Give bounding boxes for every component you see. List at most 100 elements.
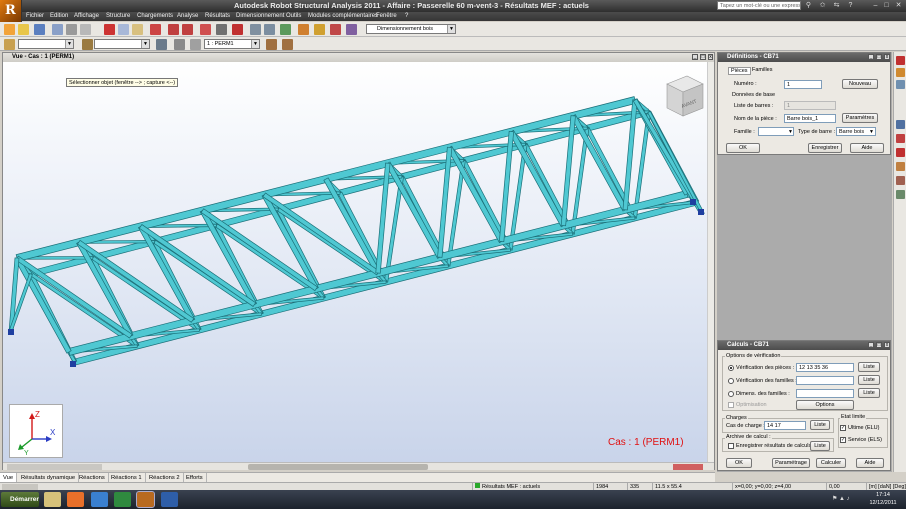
parametrage-button[interactable]: Paramétrage — [772, 458, 810, 468]
pan-icon[interactable] — [280, 24, 291, 35]
view-minimize-icon[interactable]: _ — [692, 54, 698, 60]
robot-task-icon[interactable] — [136, 491, 155, 508]
calculs-aide-button[interactable]: Aide — [856, 458, 884, 468]
layout-icon[interactable] — [200, 24, 211, 35]
parametres-button[interactable]: Paramètres — [842, 113, 878, 123]
support-node[interactable] — [698, 209, 704, 215]
dialog-close-icon[interactable]: x — [884, 54, 890, 60]
nouveau-button[interactable]: Nouveau — [842, 79, 878, 89]
mesh-icon[interactable] — [896, 190, 905, 199]
load-case-dropdown[interactable]: 1 : PERM1 ▼ — [204, 39, 260, 49]
exchange-icon[interactable]: ⇆ — [832, 1, 841, 10]
load-icon[interactable] — [896, 148, 905, 157]
enregistrer-button[interactable]: Enregistrer — [808, 143, 842, 153]
paste-icon[interactable] — [132, 24, 143, 35]
view-horizontal-scrollbar[interactable] — [3, 462, 714, 470]
support-node[interactable] — [690, 199, 696, 205]
liste-familles-button[interactable]: Liste — [858, 375, 880, 385]
menu-analyse[interactable]: Analyse — [177, 13, 198, 19]
filter-icon[interactable] — [156, 39, 167, 50]
firefox-icon[interactable] — [67, 492, 84, 507]
redo-icon[interactable] — [182, 24, 193, 35]
help-icon[interactable]: ? — [846, 1, 855, 10]
selection-type-icon[interactable] — [82, 39, 93, 50]
dimens-familles-radio[interactable] — [728, 391, 734, 397]
bars-icon[interactable] — [896, 80, 905, 89]
section-icon[interactable] — [896, 56, 905, 65]
cut-icon[interactable] — [104, 24, 115, 35]
menu-dimensionnement[interactable]: Dimensionnement — [236, 13, 284, 19]
dialog-maximize-icon[interactable]: □ — [876, 54, 882, 60]
case-next-icon[interactable] — [282, 39, 293, 50]
binoculars-icon[interactable]: ⚲ — [804, 1, 813, 10]
open-folder-icon[interactable] — [18, 24, 29, 35]
table-icon[interactable] — [896, 120, 905, 129]
support-node[interactable] — [70, 361, 76, 367]
star-icon[interactable]: ✩ — [818, 1, 827, 10]
liste-charges-button[interactable]: Liste — [810, 420, 830, 430]
start-button[interactable]: Démarrer — [1, 492, 39, 507]
scrollbar-thumb[interactable] — [248, 464, 428, 470]
definitions-aide-button[interactable]: Aide — [850, 143, 884, 153]
offset-icon[interactable] — [896, 176, 905, 185]
liste-dimens-button[interactable]: Liste — [858, 388, 880, 398]
selection-combo-2[interactable]: ▼ — [94, 39, 150, 49]
dialog-minimize-icon[interactable]: _ — [868, 54, 874, 60]
explorer-icon[interactable] — [44, 492, 61, 507]
copy-icon[interactable] — [118, 24, 129, 35]
tab-familles[interactable]: Familles — [750, 67, 774, 73]
tools-icon[interactable] — [330, 24, 341, 35]
nom-piece-field[interactable]: Barre bois_1 — [784, 114, 836, 123]
new-file-icon[interactable] — [4, 24, 15, 35]
delete-icon[interactable] — [150, 24, 161, 35]
case-prev-icon[interactable] — [266, 39, 277, 50]
truss-model[interactable]: AVANT — [3, 62, 707, 462]
dimension-mode-dropdown[interactable]: Dimensionnement bois ▼ — [366, 24, 456, 34]
service-checkbox[interactable]: ✓ — [840, 437, 846, 443]
tab-pieces[interactable]: Pièces — [728, 67, 751, 75]
menu-chargements[interactable]: Chargements — [137, 13, 173, 19]
famille-select[interactable]: ▼ — [758, 127, 794, 136]
menu-modules[interactable]: Modules complémentaires — [308, 13, 378, 19]
close-icon[interactable]: ✕ — [894, 1, 903, 10]
3d-viewport[interactable]: AVANT Sélectionner objet (fenêtre --> ; … — [3, 62, 714, 462]
view-toolbar-strip[interactable] — [7, 464, 102, 470]
page-setup-icon[interactable] — [80, 24, 91, 35]
view-maximize-icon[interactable]: □ — [700, 54, 706, 60]
optimisation-checkbox[interactable] — [728, 402, 734, 408]
material-icon[interactable] — [896, 68, 905, 77]
support-node[interactable] — [8, 329, 14, 335]
minimize-icon[interactable]: – — [871, 1, 880, 10]
word-icon[interactable] — [161, 492, 178, 507]
display-icon[interactable] — [174, 39, 185, 50]
verif-familles-radio[interactable] — [728, 378, 734, 384]
dimens-familles-field[interactable] — [796, 389, 854, 398]
grid-icon[interactable] — [216, 24, 227, 35]
calculer-button[interactable]: Calculer — [816, 458, 846, 468]
preview-icon[interactable] — [52, 24, 63, 35]
definitions-ok-button[interactable]: OK — [726, 143, 760, 153]
liste-archive-button[interactable]: Liste — [810, 441, 830, 451]
table-icon[interactable] — [346, 24, 357, 35]
zoom-window-icon[interactable] — [264, 24, 275, 35]
cas-charge-field[interactable]: 14 17 — [764, 421, 806, 430]
menu-outils[interactable]: Outils — [286, 13, 301, 19]
view-cube[interactable]: AVANT — [666, 75, 704, 117]
print-icon[interactable] — [66, 24, 77, 35]
lock-icon[interactable] — [232, 24, 243, 35]
menu-affichage[interactable]: Affichage — [74, 13, 99, 19]
verif-pieces-radio[interactable] — [728, 365, 734, 371]
release-icon[interactable] — [896, 162, 905, 171]
case-icon[interactable] — [190, 39, 201, 50]
view-close-icon[interactable]: x — [708, 54, 713, 60]
menu-edition[interactable]: Edition — [50, 13, 68, 19]
select-icon[interactable] — [4, 39, 15, 50]
liste-pieces-button[interactable]: Liste — [858, 362, 880, 372]
zoom-icon[interactable] — [250, 24, 261, 35]
dialog-close-icon[interactable]: x — [884, 342, 890, 348]
menu-fenetre[interactable]: Fenêtre — [376, 13, 397, 19]
dialog-minimize-icon[interactable]: _ — [868, 342, 874, 348]
excel-icon[interactable] — [114, 492, 131, 507]
ultime-checkbox[interactable]: ✓ — [840, 425, 846, 431]
selection-combo-1[interactable]: ▼ — [18, 39, 74, 49]
